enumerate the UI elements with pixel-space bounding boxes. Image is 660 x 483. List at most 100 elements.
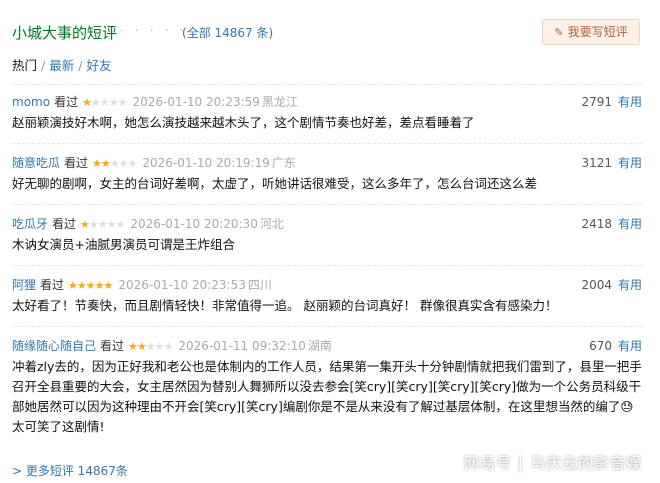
comment-time: 2026-01-10 20:23:53 xyxy=(118,278,246,292)
comment-meta: 吃瓜牙 看过 ★★★★★ 2026-01-10 20:20:30 河北 2418 有用 xyxy=(12,213,642,235)
count-close-paren: ) xyxy=(268,26,274,40)
watch-status: 看过 xyxy=(54,95,79,109)
comment-meta: 阿狸 看过 ★★★★★ 2026-01-10 20:23:53 四川 2004 有用 xyxy=(12,274,642,296)
star-icon: ★ xyxy=(94,279,105,292)
tab-separator: / xyxy=(41,58,46,73)
star-icon: ★ xyxy=(163,340,174,353)
watch-status: 看过 xyxy=(40,278,65,292)
star-icon: ★ xyxy=(97,218,108,231)
star-icon: ★ xyxy=(80,218,90,231)
star-icon: ★ xyxy=(128,340,138,353)
comment-location: 黑龙江 xyxy=(261,95,298,109)
star-icon: ★ xyxy=(115,218,126,231)
star-icon: ★ xyxy=(106,218,117,231)
star-icon: ★ xyxy=(118,157,129,170)
more-comments-link[interactable]: > 更多短评 14867条 xyxy=(12,462,128,479)
comment-time: 2026-01-11 09:32:10 xyxy=(178,339,306,353)
comment-list: momo 看过 ★★★★★ 2026-01-10 20:23:59 黑龙江 2791 有用赵… xyxy=(12,84,642,447)
rating-stars: ★★★★★ xyxy=(92,153,138,175)
vote-count: 670 xyxy=(589,339,612,353)
star-icon: ★ xyxy=(100,157,111,170)
star-icon: ★ xyxy=(90,96,101,109)
pencil-icon: ✎ xyxy=(554,26,564,39)
vote-box: 3121 有用 xyxy=(581,152,642,174)
watermark-divider: | xyxy=(517,454,524,472)
watermark: 网易号 | 马庆云的影音娱 xyxy=(464,452,642,473)
section-title: 小城大事的短评 xyxy=(12,24,118,42)
star-icon: ★ xyxy=(136,340,147,353)
star-icon: ★ xyxy=(117,96,128,109)
useful-button[interactable]: 有用 xyxy=(618,217,642,231)
useful-button[interactable]: 有用 xyxy=(618,95,642,109)
sort-tabs: 热门 / 最新 / 好友 xyxy=(12,55,111,74)
comment-user[interactable]: 吃瓜牙 xyxy=(12,217,48,231)
star-icon: ★ xyxy=(76,279,87,292)
vote-count: 2791 xyxy=(581,95,612,109)
vote-count: 3121 xyxy=(581,156,612,170)
rating-stars: ★★★★★ xyxy=(80,214,126,236)
comment-meta: 随缘随心随自己 看过 ★★★★★ 2026-01-11 09:32:10 湖南 670 有用 xyxy=(12,335,642,357)
comment-time: 2026-01-10 20:20:30 xyxy=(130,217,258,231)
star-icon: ★ xyxy=(92,157,102,170)
useful-button[interactable]: 有用 xyxy=(618,278,642,292)
write-review-button[interactable]: ✎ 我要写短评 xyxy=(542,19,640,45)
star-icon: ★ xyxy=(154,340,165,353)
vote-box: 2418 有用 xyxy=(581,213,642,235)
all-comments-link[interactable]: 全部 14867 条 xyxy=(187,26,269,40)
tab-friends[interactable]: 好友 xyxy=(86,55,111,74)
comment-location: 广东 xyxy=(271,156,296,170)
all-comments-count[interactable]: (全部 14867 条) xyxy=(182,24,273,41)
rating-stars: ★★★★★ xyxy=(82,92,128,114)
useful-button[interactable]: 有用 xyxy=(618,156,642,170)
tab-separator: / xyxy=(78,58,83,73)
write-review-label: 我要写短评 xyxy=(567,25,628,39)
comment-text: 冲着zly去的，因为正好我和老公也是体制内的工作人员，结果第一集开头十分钟剧情就… xyxy=(12,359,642,434)
comment-location: 河北 xyxy=(259,217,284,231)
comment-meta: 随意吃瓜 看过 ★★★★★ 2026-01-10 20:19:19 广东 3121 有用 xyxy=(12,152,642,174)
comment-meta: momo 看过 ★★★★★ 2026-01-10 20:23:59 黑龙江 2791 有用 xyxy=(12,91,642,113)
watch-status: 看过 xyxy=(100,339,125,353)
comment-user[interactable]: 随意吃瓜 xyxy=(12,156,60,170)
tab-hot[interactable]: 热门 xyxy=(12,55,37,74)
vote-count: 2418 xyxy=(581,217,612,231)
comment-item: momo 看过 ★★★★★ 2026-01-10 20:23:59 黑龙江 2791 有用赵… xyxy=(12,84,642,143)
comment-item: 吃瓜牙 看过 ★★★★★ 2026-01-10 20:20:30 河北 2418 有用 木讷女… xyxy=(12,204,642,265)
star-icon: ★ xyxy=(82,96,92,109)
watermark-author: 马庆云的影音娱 xyxy=(529,454,642,472)
star-icon: ★ xyxy=(145,340,156,353)
comment-text: 赵丽颖演技好木啊，她怎么演技越来越木头了，这个剧情节奏也好差，差点看睡着了 xyxy=(12,115,475,130)
watermark-source: 网易号 xyxy=(463,454,512,472)
star-icon: ★ xyxy=(99,96,110,109)
watch-status: 看过 xyxy=(64,156,89,170)
star-icon: ★ xyxy=(109,157,120,170)
vote-count: 2004 xyxy=(581,278,612,292)
comments-header: 小城大事的短评 · · · · · · (全部 14867 条) ✎ 我要写短评 xyxy=(12,18,640,48)
comment-user[interactable]: 随缘随心随自己 xyxy=(12,339,96,353)
star-icon: ★ xyxy=(88,218,99,231)
comment-user[interactable]: 阿狸 xyxy=(12,278,36,292)
star-icon: ★ xyxy=(108,96,119,109)
comment-item: 阿狸 看过 ★★★★★ 2026-01-10 20:23:53 四川 2004 有用 太好看了… xyxy=(12,265,642,326)
rating-stars: ★★★★★ xyxy=(68,275,114,297)
comment-text: 木讷女演员+油腻男演员可谓是王炸组合 xyxy=(12,237,235,252)
comment-item: 随意吃瓜 看过 ★★★★★ 2026-01-10 20:19:19 广东 3121 有用 好无… xyxy=(12,143,642,204)
vote-box: 2791 有用 xyxy=(581,91,642,113)
comment-text: 好无聊的剧啊，女主的台词好差啊，太虚了，听她讲话很难受，这么多年了，怎么台词还这… xyxy=(12,176,538,191)
comment-user[interactable]: momo xyxy=(12,95,50,109)
star-icon: ★ xyxy=(103,279,114,292)
star-icon: ★ xyxy=(85,279,96,292)
comment-text: 太好看了！节奏快，而且剧情轻快！非常值得一追。 赵丽颖的台词真好！ 群像很真实含… xyxy=(12,298,558,313)
star-icon: ★ xyxy=(68,279,78,292)
star-icon: ★ xyxy=(127,157,138,170)
watch-status: 看过 xyxy=(52,217,77,231)
comment-location: 四川 xyxy=(247,278,272,292)
comment-time: 2026-01-10 20:23:59 xyxy=(132,95,260,109)
vote-box: 2004 有用 xyxy=(581,274,642,296)
comment-item: 随缘随心随自己 看过 ★★★★★ 2026-01-11 09:32:10 湖南 670 有用… xyxy=(12,326,642,447)
vote-box: 670 有用 xyxy=(589,335,642,357)
comment-location: 湖南 xyxy=(307,339,332,353)
useful-button[interactable]: 有用 xyxy=(618,339,642,353)
rating-stars: ★★★★★ xyxy=(128,336,174,358)
comment-time: 2026-01-10 20:19:19 xyxy=(142,156,270,170)
tab-latest[interactable]: 最新 xyxy=(49,55,74,74)
